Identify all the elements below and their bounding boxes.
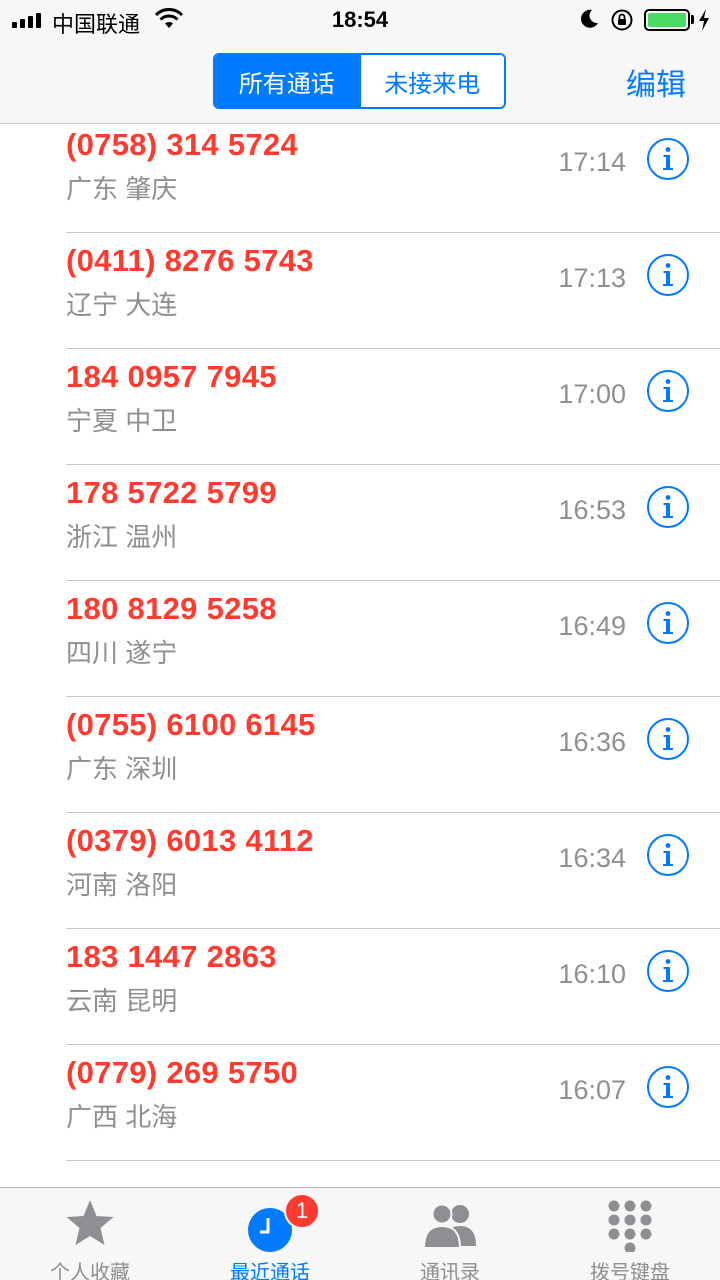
- info-icon[interactable]: [646, 717, 690, 761]
- call-number: (0411) 8276 5743: [66, 243, 314, 278]
- call-location: 四川 遂宁: [66, 638, 178, 668]
- call-location: 宁夏 中卫: [66, 406, 178, 436]
- call-location: 广东 深圳: [66, 754, 178, 784]
- call-row[interactable]: (0755) 6100 6145 广东 深圳 16:36: [0, 697, 720, 813]
- call-row[interactable]: (0779) 269 5750 广西 北海 16:07: [0, 1045, 720, 1161]
- call-number: (0755) 6100 6145: [66, 707, 316, 742]
- call-number: 183 1447 2863: [66, 939, 277, 974]
- info-icon[interactable]: [646, 137, 690, 181]
- call-location: 浙江 温州: [66, 522, 178, 552]
- call-row[interactable]: 183 1447 2863 云南 昆明 16:10: [0, 929, 720, 1045]
- info-icon[interactable]: [646, 601, 690, 645]
- segment-missed-calls[interactable]: 未接来电: [358, 55, 504, 107]
- info-icon[interactable]: [646, 369, 690, 413]
- call-row[interactable]: (0411) 8276 5743 辽宁 大连 17:13: [0, 233, 720, 349]
- charging-bolt-icon: [699, 9, 709, 31]
- call-row[interactable]: 180 8129 5258 四川 遂宁 16:49: [0, 581, 720, 697]
- info-icon[interactable]: [646, 949, 690, 993]
- keypad-icon: [608, 1200, 652, 1252]
- call-time: 16:34: [558, 843, 626, 873]
- call-location: 广东 肇庆: [66, 174, 178, 204]
- call-number: (0779) 269 5750: [66, 1055, 299, 1090]
- tab-favorites[interactable]: 个人收藏: [0, 1188, 180, 1280]
- call-time: 16:53: [558, 495, 626, 525]
- segment-all-calls[interactable]: 所有通话: [215, 55, 359, 107]
- battery-icon: [644, 9, 690, 31]
- call-time: 16:07: [558, 1075, 626, 1105]
- tab-label: 最近通话: [230, 1262, 310, 1280]
- do-not-disturb-icon: [581, 9, 598, 28]
- recent-calls-list: (0758) 314 5724 广东 肇庆 17:14 (0411) 8276 574…: [0, 125, 720, 1187]
- tab-recents[interactable]: 1 最近通话: [180, 1188, 360, 1280]
- star-icon: [66, 1200, 114, 1245]
- call-number: 178 5722 5799: [66, 475, 277, 510]
- call-number: 180 8129 5258: [66, 591, 277, 626]
- navigation-bar: 所有通话 未接来电 编辑: [0, 40, 720, 124]
- call-time: 17:13: [558, 263, 626, 293]
- contacts-icon: [422, 1203, 476, 1249]
- call-row[interactable]: 178 5722 5799 浙江 温州 16:53: [0, 465, 720, 581]
- status-bar: 中国联通 18:54: [0, 0, 720, 40]
- call-row-partial[interactable]: [0, 1161, 720, 1187]
- call-row[interactable]: (0379) 6013 4112 河南 洛阳 16:34: [0, 813, 720, 929]
- tab-bar: 个人收藏 1 最近通话 通讯录 拨号键盘: [0, 1187, 720, 1280]
- edit-button[interactable]: 编辑: [626, 60, 686, 104]
- call-number: (0758) 314 5724: [66, 127, 299, 162]
- orientation-lock-icon: [611, 9, 633, 31]
- call-time: 16:10: [558, 959, 626, 989]
- call-row[interactable]: 184 0957 7945 宁夏 中卫 17:00: [0, 349, 720, 465]
- call-number: 184 0957 7945: [66, 359, 277, 394]
- tab-label: 个人收藏: [50, 1262, 130, 1280]
- call-row[interactable]: (0758) 314 5724 广东 肇庆 17:14: [0, 125, 720, 233]
- tab-label: 通讯录: [420, 1262, 480, 1280]
- call-location: 广西 北海: [66, 1102, 178, 1132]
- call-number: (0379) 6013 4112: [66, 823, 314, 858]
- info-icon[interactable]: [646, 1065, 690, 1109]
- info-icon[interactable]: [646, 485, 690, 529]
- call-time: 17:14: [558, 147, 626, 177]
- tab-contacts[interactable]: 通讯录: [360, 1188, 540, 1280]
- call-time: 17:00: [558, 379, 626, 409]
- call-filter-segmented-control: 所有通话 未接来电: [213, 53, 506, 109]
- battery-tip: [691, 15, 694, 24]
- tab-label: 拨号键盘: [590, 1262, 670, 1280]
- tab-keypad[interactable]: 拨号键盘: [540, 1188, 720, 1280]
- call-time: 16:36: [558, 727, 626, 757]
- missed-calls-badge: 1: [284, 1193, 320, 1229]
- call-location: 云南 昆明: [66, 986, 178, 1016]
- call-time: 16:49: [558, 611, 626, 641]
- call-location: 辽宁 大连: [66, 290, 178, 320]
- info-icon[interactable]: [646, 253, 690, 297]
- call-location: 河南 洛阳: [66, 870, 178, 900]
- info-icon[interactable]: [646, 833, 690, 877]
